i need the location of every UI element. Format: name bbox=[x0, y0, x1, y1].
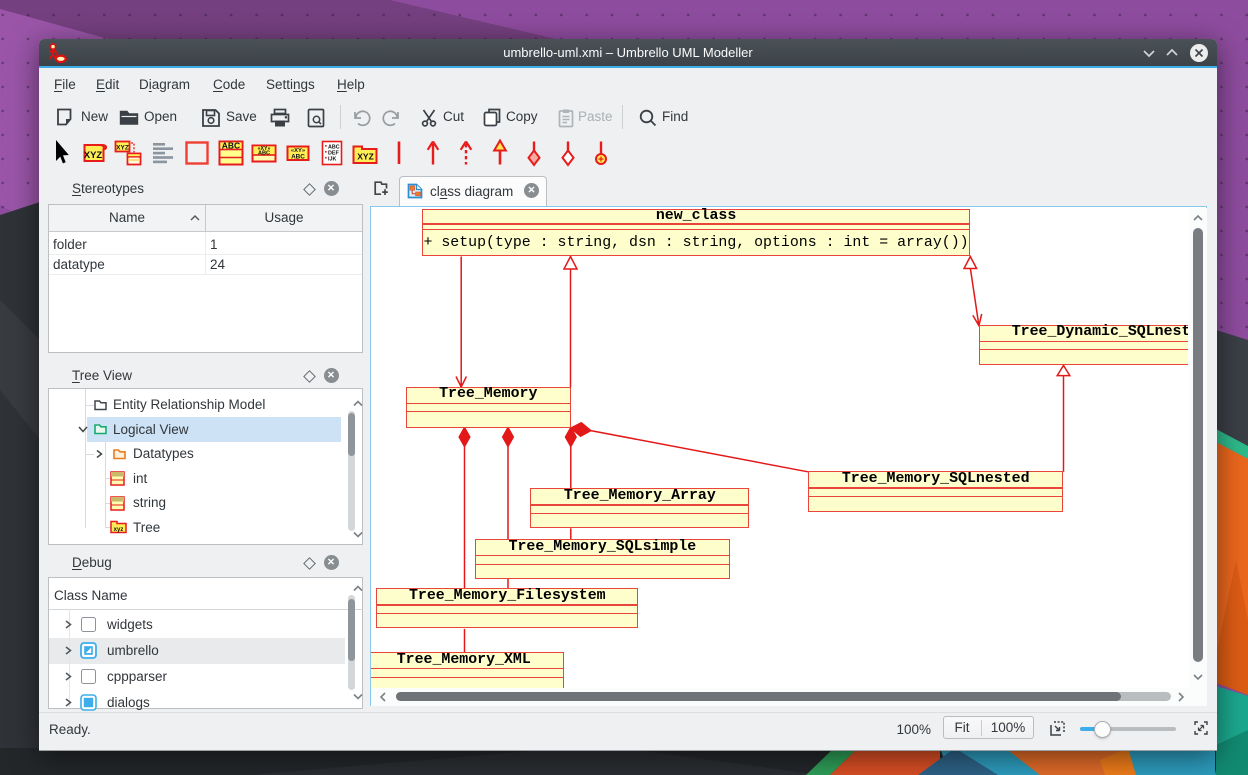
svg-text:ABC: ABC bbox=[291, 153, 305, 160]
svg-text:XYZ: XYZ bbox=[83, 150, 102, 161]
svg-text:xyz: xyz bbox=[114, 527, 124, 533]
svg-text:ABC: ABC bbox=[258, 150, 270, 156]
svg-text:XYZ: XYZ bbox=[117, 144, 130, 151]
svg-text:IJK: IJK bbox=[328, 156, 336, 162]
svg-text:XYZ: XYZ bbox=[358, 151, 375, 161]
svg-text:ABC: ABC bbox=[221, 140, 239, 150]
